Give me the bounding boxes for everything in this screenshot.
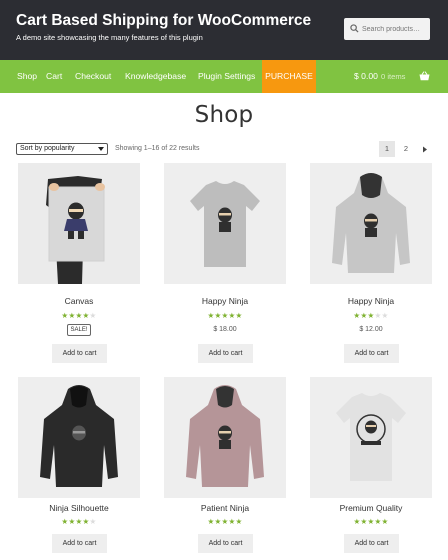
result-count: Showing 1–16 of 22 results bbox=[115, 145, 200, 152]
product-price: $ 18.00 bbox=[213, 326, 237, 333]
star-rating: ★★★★★ bbox=[353, 517, 389, 526]
site-title[interactable]: Cart Based Shipping for WooCommerce bbox=[16, 12, 311, 30]
pagination-next[interactable] bbox=[417, 141, 433, 157]
product-title[interactable]: Happy Ninja bbox=[164, 296, 286, 306]
star-rating: ★★★★★ bbox=[61, 311, 97, 320]
product-image[interactable] bbox=[310, 163, 432, 284]
product-title[interactable]: Patient Ninja bbox=[164, 503, 286, 513]
sort-selected-value: Sort by popularity bbox=[20, 145, 75, 152]
product-image[interactable] bbox=[310, 377, 432, 498]
tshirt-image bbox=[164, 163, 286, 284]
star-rating: ★★★★★ bbox=[61, 517, 97, 526]
primary-nav: Shop Cart Checkout Knowledgebase Plugin … bbox=[0, 60, 448, 93]
nav-item-knowledgebase[interactable]: Knowledgebase bbox=[125, 60, 186, 93]
add-to-cart-button[interactable]: Add to cart bbox=[198, 344, 253, 363]
nav-item-cart[interactable]: Cart bbox=[46, 60, 62, 93]
cart-item-count[interactable]: 0 items bbox=[381, 60, 405, 93]
add-to-cart-button[interactable]: Add to cart bbox=[52, 344, 107, 363]
product-price: $ 12.00 bbox=[359, 326, 383, 333]
pagination-page-1[interactable]: 1 bbox=[379, 141, 395, 157]
star-rating: ★★★★★ bbox=[207, 311, 243, 320]
page-title: Shop bbox=[194, 102, 254, 128]
nav-item-shop[interactable]: Shop bbox=[17, 60, 37, 93]
pink-hoodie-image bbox=[164, 377, 286, 498]
nav-item-checkout[interactable]: Checkout bbox=[75, 60, 111, 93]
star-rating: ★★★★★ bbox=[353, 311, 389, 320]
sale-badge: SALE! bbox=[67, 324, 91, 336]
product-title[interactable]: Ninja Silhouette bbox=[18, 503, 140, 513]
chevron-down-icon bbox=[98, 147, 104, 151]
product-image[interactable] bbox=[18, 377, 140, 498]
shopping-basket-icon[interactable] bbox=[419, 71, 430, 81]
product-search[interactable] bbox=[344, 18, 430, 40]
product-title[interactable]: Premium Quality bbox=[310, 503, 432, 513]
search-icon bbox=[350, 24, 359, 33]
chevron-right-icon bbox=[423, 146, 427, 153]
product-image[interactable] bbox=[164, 163, 286, 284]
site-header: Cart Based Shipping for WooCommerce A de… bbox=[0, 0, 448, 60]
star-rating: ★★★★★ bbox=[207, 517, 243, 526]
product-title[interactable]: Happy Ninja bbox=[310, 296, 432, 306]
pagination-page-2[interactable]: 2 bbox=[398, 141, 414, 157]
product-image[interactable] bbox=[18, 163, 140, 284]
add-to-cart-button[interactable]: Add to cart bbox=[198, 534, 253, 553]
site-description: A demo site showcasing the many features… bbox=[16, 33, 203, 42]
add-to-cart-button[interactable]: Add to cart bbox=[344, 344, 399, 363]
nav-item-plugin-settings[interactable]: Plugin Settings bbox=[198, 60, 255, 93]
product-title[interactable]: Canvas bbox=[18, 296, 140, 306]
add-to-cart-button[interactable]: Add to cart bbox=[344, 534, 399, 553]
nav-item-purchase[interactable]: PURCHASE bbox=[262, 60, 316, 93]
logo-tshirt-image bbox=[310, 377, 432, 498]
product-image[interactable] bbox=[164, 377, 286, 498]
sort-dropdown[interactable]: Sort by popularity bbox=[16, 143, 108, 155]
canvas-poster-image bbox=[18, 163, 140, 284]
hoodie-image bbox=[310, 163, 432, 284]
search-input[interactable] bbox=[362, 21, 426, 37]
dark-hoodie-image bbox=[18, 377, 140, 498]
add-to-cart-button[interactable]: Add to cart bbox=[52, 534, 107, 553]
cart-total[interactable]: $ 0.00 bbox=[354, 60, 378, 93]
